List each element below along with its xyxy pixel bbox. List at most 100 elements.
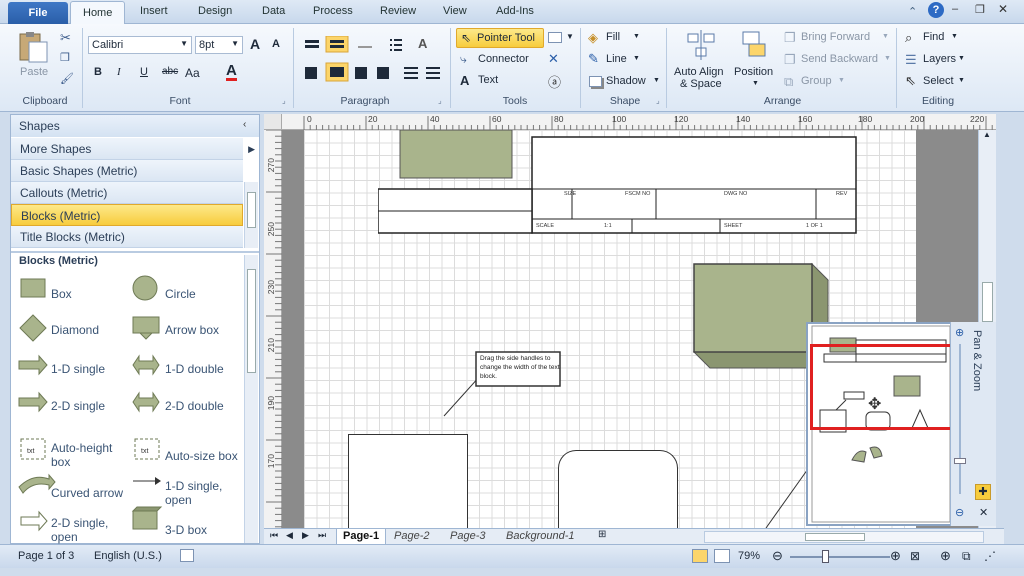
shadow-button[interactable]: Shadow: [606, 75, 646, 87]
shape-circle[interactable]: Circle: [165, 287, 196, 301]
scrollbar-thumb[interactable]: [805, 533, 865, 541]
scrollbar-thumb[interactable]: [247, 269, 256, 373]
zoom-in-icon[interactable]: ⊕: [890, 548, 901, 564]
presentation-icon[interactable]: [714, 549, 730, 563]
stencil-blocks[interactable]: Blocks (Metric): [11, 204, 243, 226]
tab-view[interactable]: View: [443, 5, 467, 17]
connector-button[interactable]: Connector: [478, 53, 529, 65]
shape-diamond[interactable]: Diamond: [51, 323, 99, 337]
format-painter-icon[interactable]: 🖌: [60, 72, 74, 85]
last-page-icon[interactable]: ⏭: [318, 530, 326, 541]
tab-design[interactable]: Design: [198, 5, 232, 17]
insert-page-icon[interactable]: ⊞: [598, 529, 606, 540]
zoom-in-icon[interactable]: ⊕: [955, 326, 964, 339]
shape-3d-box[interactable]: 3-D box: [165, 523, 207, 537]
grow-font-button[interactable]: A: [250, 36, 260, 52]
tab-add-ins[interactable]: Add-Ins: [496, 5, 534, 17]
first-page-icon[interactable]: ⏮: [270, 530, 278, 541]
shape-auto-height-box[interactable]: Auto-height box: [51, 441, 127, 469]
tab-process[interactable]: Process: [313, 5, 353, 17]
rectangle-shape[interactable]: [348, 434, 468, 528]
next-page-icon[interactable]: ▶: [302, 530, 309, 541]
font-size-select[interactable]: 8pt ▼: [195, 36, 243, 54]
text-button[interactable]: Text: [478, 74, 498, 86]
fill-button[interactable]: Fill: [606, 31, 620, 43]
zoom-slider-track[interactable]: [959, 344, 961, 494]
send-backward-button[interactable]: Send Backward: [801, 53, 878, 65]
dialog-launcher-icon[interactable]: ⌟: [282, 96, 286, 105]
line-button[interactable]: Line: [606, 53, 627, 65]
title-block[interactable]: [378, 130, 860, 236]
ruler-corner[interactable]: [264, 114, 282, 130]
copy-icon[interactable]: ❐: [60, 51, 70, 64]
shape-2d-single[interactable]: 2-D single: [51, 399, 105, 413]
ruler-left[interactable]: 270 250 230 210 190 170: [264, 130, 282, 528]
auto-align-button[interactable]: [684, 28, 720, 62]
shape-box[interactable]: Box: [51, 287, 72, 301]
macro-icon[interactable]: [180, 549, 194, 562]
change-case-button[interactable]: Aa: [185, 66, 200, 80]
fit-page-icon[interactable]: ⊠: [910, 549, 920, 563]
collapse-pane-icon[interactable]: ‹: [243, 119, 246, 130]
scrollbar-thumb[interactable]: [247, 192, 256, 228]
language-indicator[interactable]: English (U.S.): [94, 550, 162, 562]
pointer-tool-button[interactable]: ⇖ Pointer Tool: [456, 28, 544, 48]
shrink-font-button[interactable]: A: [272, 38, 280, 50]
cut-icon[interactable]: ✂: [60, 30, 71, 46]
shape-curved-arrow[interactable]: Curved arrow: [51, 486, 123, 500]
horizontal-scrollbar[interactable]: [704, 531, 984, 543]
switch-windows-icon[interactable]: ⧉: [962, 549, 971, 564]
tab-page-2[interactable]: Page-2: [394, 529, 429, 545]
layers-button[interactable]: Layers: [923, 53, 956, 65]
chevron-down-icon[interactable]: ▼: [566, 32, 574, 41]
close-icon[interactable]: ✕: [979, 506, 988, 519]
page-indicator[interactable]: Page 1 of 3: [18, 550, 74, 562]
rounded-rectangle-shape[interactable]: [558, 450, 678, 528]
ruler-top[interactable]: 0 20 40 60 80 100 120 140 160 180 200 22…: [282, 114, 996, 130]
shape-1d-single-open[interactable]: 1-D single, open: [165, 479, 235, 507]
stencil-callouts[interactable]: Callouts (Metric): [11, 182, 243, 204]
pan-zoom-viewport[interactable]: [810, 344, 950, 430]
zoom-slider[interactable]: [790, 556, 890, 558]
position-button[interactable]: [740, 28, 770, 62]
underline-button[interactable]: U: [140, 66, 148, 78]
tab-review[interactable]: Review: [380, 5, 416, 17]
close-icon[interactable]: ✕: [548, 51, 559, 67]
window-restore-icon[interactable]: ❐: [975, 3, 985, 16]
stencil-basic-shapes[interactable]: Basic Shapes (Metric): [11, 160, 243, 182]
pan-zoom-icon[interactable]: ⊕: [940, 548, 951, 564]
stencil-scrollbar[interactable]: [244, 182, 258, 248]
pin-icon[interactable]: ✚: [975, 484, 991, 500]
zoom-out-icon[interactable]: ⊖: [955, 506, 964, 519]
tab-data[interactable]: Data: [262, 5, 285, 17]
minimize-ribbon-icon[interactable]: ⌃: [908, 5, 917, 18]
select-button[interactable]: Select: [923, 75, 954, 87]
shape-auto-size-box[interactable]: Auto-size box: [165, 449, 238, 463]
full-screen-icon[interactable]: [692, 549, 708, 563]
rectangle-icon[interactable]: [548, 32, 562, 43]
tab-home[interactable]: Home: [70, 1, 126, 25]
window-close-icon[interactable]: ✕: [998, 2, 1008, 16]
zoom-slider-thumb[interactable]: [822, 550, 829, 563]
stencil-more-shapes[interactable]: More Shapes ▶: [11, 138, 255, 160]
font-color-button[interactable]: A: [226, 63, 237, 81]
window-minimize-icon[interactable]: –: [952, 3, 958, 15]
italic-button[interactable]: I: [117, 66, 121, 78]
scrollbar-thumb[interactable]: [982, 282, 993, 322]
scroll-up-icon[interactable]: ▲: [983, 130, 991, 139]
zoom-level[interactable]: 79%: [738, 550, 760, 562]
bold-button[interactable]: B: [94, 66, 102, 78]
font-name-select[interactable]: Calibri ▼: [88, 36, 192, 54]
find-button[interactable]: Find: [923, 31, 944, 43]
shape-arrow-box[interactable]: Arrow box: [165, 323, 219, 337]
group-button[interactable]: Group: [801, 75, 832, 87]
strikethrough-button[interactable]: abc: [162, 66, 178, 77]
dialog-launcher-icon[interactable]: ⌟: [438, 96, 442, 105]
tab-page-1[interactable]: Page-1: [336, 529, 387, 545]
tab-file[interactable]: File: [8, 2, 68, 24]
shape-1d-double[interactable]: 1-D double: [165, 362, 224, 376]
bring-forward-button[interactable]: Bring Forward: [801, 31, 870, 43]
shape-1d-single[interactable]: 1-D single: [51, 362, 105, 376]
help-icon[interactable]: ?: [928, 2, 944, 18]
connection-point-icon[interactable]: ⓐ: [548, 72, 561, 91]
